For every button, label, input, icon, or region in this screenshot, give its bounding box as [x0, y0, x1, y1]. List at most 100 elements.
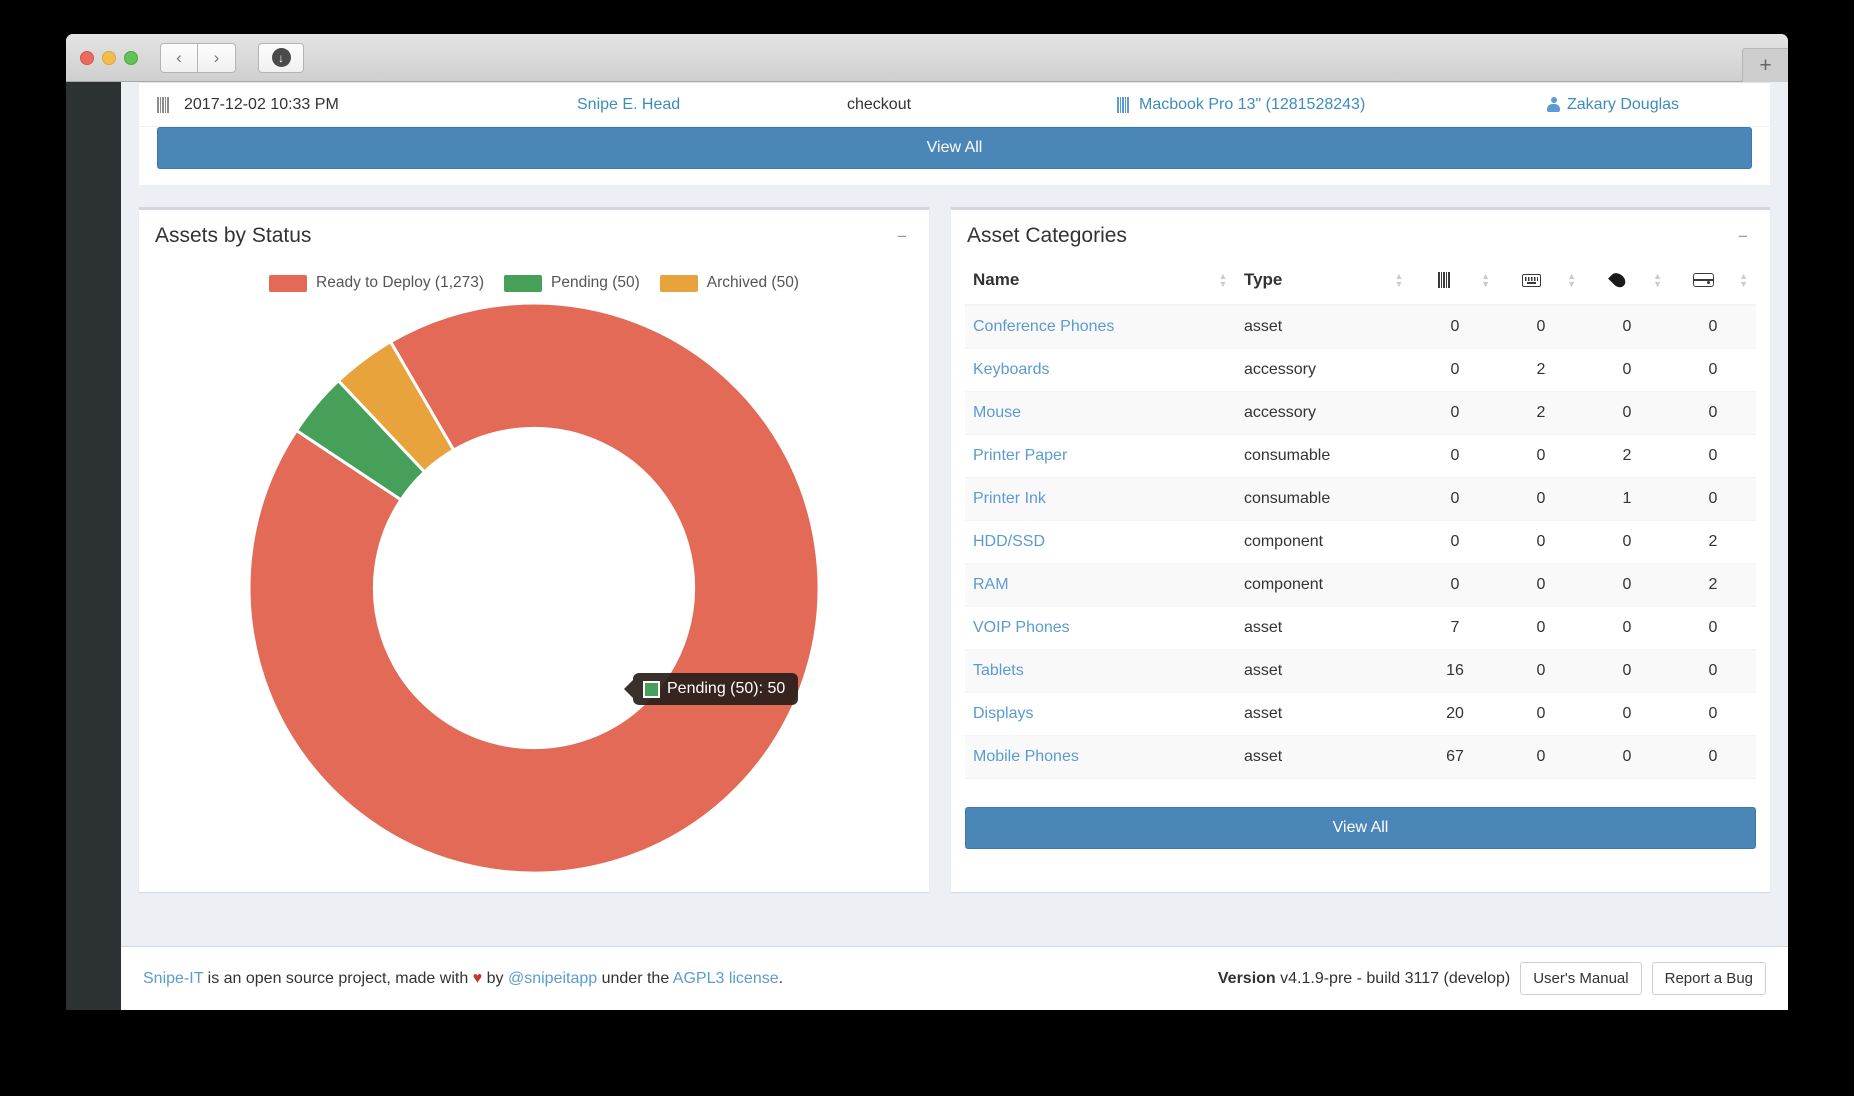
column-label: Type	[1244, 270, 1282, 290]
page-body: 2017-12-02 10:33 PM Snipe E. Head checko…	[66, 82, 1788, 1010]
table-row[interactable]: Mobile Phonesasset67000	[965, 736, 1756, 779]
barcode-icon	[1438, 272, 1453, 288]
category-consumables-count: 0	[1584, 349, 1670, 392]
category-assets-count: 16	[1412, 650, 1498, 693]
category-accessories-count: 0	[1498, 435, 1584, 478]
footer-credits: Snipe-IT is an open source project, made…	[143, 970, 783, 988]
column-header-hard-drive-icon[interactable]: ▲▼	[1670, 260, 1756, 305]
activity-user-link[interactable]: Snipe E. Head	[577, 96, 847, 114]
panel-body: Ready to Deploy (1,273) Pending (50) Archi…	[139, 274, 929, 892]
category-link[interactable]: Mobile Phones	[973, 748, 1079, 765]
table-row[interactable]: VOIP Phonesasset7000	[965, 607, 1756, 650]
sort-caret-icon[interactable]: ▲▼	[1481, 272, 1490, 288]
sort-caret-icon[interactable]: ▲▼	[1739, 272, 1748, 288]
barcode-icon	[1117, 97, 1132, 113]
snipe-it-link[interactable]: Snipe-IT	[143, 970, 203, 987]
category-name-cell: RAM	[965, 564, 1236, 607]
legend-item[interactable]: Archived (50)	[660, 274, 799, 292]
snipeitapp-handle-link[interactable]: @snipeitapp	[508, 970, 597, 987]
category-link[interactable]: HDD/SSD	[973, 533, 1045, 550]
category-link[interactable]: RAM	[973, 576, 1009, 593]
minimize-window-button[interactable]	[102, 51, 116, 65]
column-header-barcode-icon[interactable]: ▲▼	[1412, 260, 1498, 305]
activity-target: Zakary Douglas	[1567, 96, 1679, 114]
version-info: Version v4.1.9-pre - build 3117 (develop…	[1218, 970, 1510, 988]
page-footer: Snipe-IT is an open source project, made…	[121, 946, 1788, 1010]
category-link[interactable]: Printer Paper	[973, 447, 1067, 464]
donut-chart[interactable]	[249, 303, 819, 873]
new-tab-button[interactable]: +	[1742, 48, 1788, 82]
table-row[interactable]: Mouseaccessory0200	[965, 392, 1756, 435]
categories-view-all-button[interactable]: View All	[965, 807, 1756, 849]
category-components-count: 2	[1670, 564, 1756, 607]
category-components-count: 0	[1670, 349, 1756, 392]
category-link[interactable]: Conference Phones	[973, 318, 1114, 335]
asset-categories-panel: Asset Categories − Name▲▼Type▲▼▲▼▲▼▲▼▲▼ …	[951, 207, 1770, 892]
category-accessories-count: 0	[1498, 478, 1584, 521]
category-link[interactable]: Printer Ink	[973, 490, 1046, 507]
license-link[interactable]: AGPL3 license	[673, 970, 779, 987]
category-assets-count: 0	[1412, 349, 1498, 392]
category-accessories-count: 0	[1498, 693, 1584, 736]
category-type-cell: asset	[1236, 305, 1412, 349]
category-components-count: 0	[1670, 607, 1756, 650]
column-header-ink-drop-icon[interactable]: ▲▼	[1584, 260, 1670, 305]
table-row[interactable]: Printer Paperconsumable0020	[965, 435, 1756, 478]
category-link[interactable]: Mouse	[973, 404, 1021, 421]
close-window-button[interactable]	[80, 51, 94, 65]
legend-item[interactable]: Pending (50)	[504, 274, 640, 292]
category-link[interactable]: Displays	[973, 705, 1033, 722]
activity-item-link[interactable]: Macbook Pro 13" (1281528243)	[1117, 96, 1547, 114]
table-row[interactable]: Printer Inkconsumable0010	[965, 478, 1756, 521]
category-link[interactable]: Keyboards	[973, 361, 1050, 378]
table-head: Name▲▼ Type ▲▼ ▲▼ ▲▼ ▲▼ ▲▼	[965, 260, 1756, 305]
activity-view-all-button[interactable]: View All	[157, 127, 1752, 169]
category-type-cell: asset	[1236, 650, 1412, 693]
category-consumables-count: 0	[1584, 650, 1670, 693]
categories-view-all-wrap: View All	[951, 793, 1770, 865]
activity-target-link[interactable]: Zakary Douglas	[1547, 96, 1679, 114]
sort-caret-icon[interactable]: ▲▼	[1218, 272, 1228, 288]
sort-caret-icon[interactable]: ▲▼	[1394, 272, 1404, 288]
category-type-cell: asset	[1236, 607, 1412, 650]
table-row[interactable]: 2017-12-02 10:33 PM Snipe E. Head checko…	[139, 83, 1770, 127]
browser-titlebar: ‹ › ↓ +	[66, 34, 1788, 82]
collapse-panel-button[interactable]: −	[891, 225, 913, 247]
table-row[interactable]: HDD/SSDcomponent0002	[965, 521, 1756, 564]
users-manual-button[interactable]: User's Manual	[1520, 962, 1641, 995]
report-bug-button[interactable]: Report a Bug	[1652, 962, 1766, 995]
table-row[interactable]: Displaysasset20000	[965, 693, 1756, 736]
asset-categories-table: Name▲▼ Type ▲▼ ▲▼ ▲▼ ▲▼ ▲▼ Conference Phones as…	[965, 260, 1756, 779]
category-type-cell: component	[1236, 564, 1412, 607]
table-row[interactable]: RAMcomponent0002	[965, 564, 1756, 607]
category-link[interactable]: VOIP Phones	[973, 619, 1070, 636]
category-accessories-count: 2	[1498, 349, 1584, 392]
category-consumables-count: 1	[1584, 478, 1670, 521]
main-content: 2017-12-02 10:33 PM Snipe E. Head checko…	[121, 82, 1788, 1010]
table-row[interactable]: Conference Phonesasset0000	[965, 305, 1756, 349]
collapse-panel-button[interactable]: −	[1732, 225, 1754, 247]
column-header-type[interactable]: Type ▲▼	[1236, 260, 1412, 305]
category-name-cell: Printer Ink	[965, 478, 1236, 521]
sort-caret-icon[interactable]: ▲▼	[1653, 272, 1662, 288]
sort-caret-icon[interactable]: ▲▼	[1567, 272, 1576, 288]
back-button[interactable]: ‹	[160, 43, 198, 73]
maximize-window-button[interactable]	[124, 51, 138, 65]
category-consumables-count: 0	[1584, 736, 1670, 779]
category-assets-count: 0	[1412, 478, 1498, 521]
chart-tooltip: Pending (50): 50	[633, 673, 798, 705]
table-row[interactable]: Tabletsasset16000	[965, 650, 1756, 693]
footer-text-3: under the	[597, 970, 673, 987]
table-row[interactable]: Keyboardsaccessory0200	[965, 349, 1756, 392]
category-assets-count: 20	[1412, 693, 1498, 736]
column-header-name[interactable]: Name▲▼	[965, 260, 1236, 305]
table-header-row: Name▲▼ Type ▲▼ ▲▼ ▲▼ ▲▼ ▲▼	[965, 260, 1756, 305]
activity-user: Snipe E. Head	[577, 96, 680, 113]
forward-button[interactable]: ›	[198, 43, 236, 73]
downloads-button[interactable]: ↓	[258, 43, 304, 73]
category-name-cell: VOIP Phones	[965, 607, 1236, 650]
legend-item[interactable]: Ready to Deploy (1,273)	[269, 274, 484, 292]
category-accessories-count: 0	[1498, 736, 1584, 779]
category-link[interactable]: Tablets	[973, 662, 1024, 679]
column-header-keyboard-icon[interactable]: ▲▼	[1498, 260, 1584, 305]
